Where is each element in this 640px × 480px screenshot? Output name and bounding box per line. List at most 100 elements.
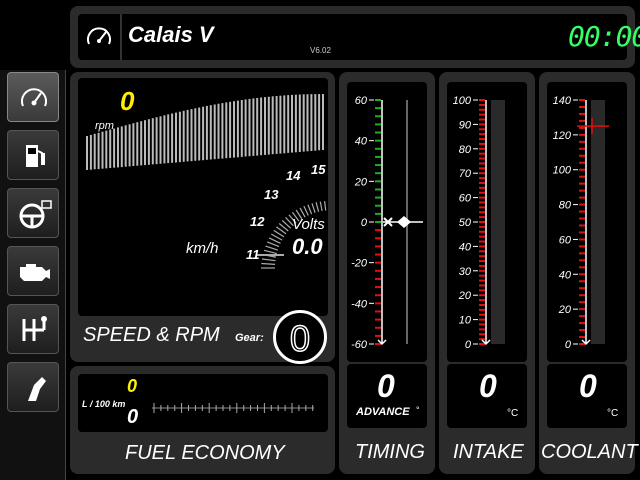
nav-fuel-button[interactable]	[7, 130, 59, 180]
steering-wheel-icon	[19, 200, 52, 229]
rpm-bar	[209, 105, 212, 160]
gauge-segment	[375, 245, 381, 248]
rpm-bar	[105, 130, 108, 169]
gauge-scale-label: -60	[351, 339, 368, 351]
gauge-segment	[375, 253, 381, 256]
gauge-background	[491, 100, 505, 344]
rpm-bar	[124, 125, 127, 167]
gauge-segment	[479, 230, 485, 233]
rpm-bar	[244, 99, 247, 157]
gauge-segment	[479, 142, 485, 145]
nav-engine-button[interactable]	[7, 246, 59, 296]
gauge-segment	[579, 273, 585, 276]
intake-gauge: 1009080706050403020100	[453, 95, 505, 351]
gauge-segment	[479, 318, 485, 321]
timing-value: 0	[377, 368, 395, 404]
gear-label: Gear:	[235, 332, 264, 344]
volt-tick-label: 12	[250, 214, 265, 229]
gauge-segment	[479, 128, 485, 131]
gauge-scale-label: 30	[459, 266, 472, 278]
intake-panel: 100 90 80 70 60 50 40 30 20 10 0 0 °C INTAKE	[439, 72, 535, 474]
gauge-segment	[479, 113, 485, 116]
gauge-segment	[479, 99, 485, 101]
intake-unit: °C	[507, 408, 519, 419]
rpm-bar	[318, 94, 321, 151]
rpm-bar	[182, 110, 185, 162]
gauge-segment	[479, 138, 485, 141]
volt-tick	[324, 201, 327, 211]
volt-tick-label: 13	[264, 187, 279, 202]
gauge-segment	[479, 279, 485, 282]
gauge-segment	[479, 274, 485, 277]
gauge-segment	[479, 147, 485, 150]
nav-fuel-nozzle-button[interactable]	[7, 362, 59, 412]
volt-tick	[266, 241, 280, 248]
rpm-bar	[194, 108, 197, 161]
gauge-segment	[375, 180, 381, 183]
intake-title: INTAKE	[453, 441, 524, 463]
gear-value: 0	[289, 317, 311, 360]
rpm-bar	[151, 118, 154, 165]
rpm-value: 0	[120, 86, 135, 116]
gauge-segment	[375, 155, 381, 158]
gauge-scale-label: 60	[459, 193, 472, 205]
gauge-scale-label: 60	[559, 234, 572, 246]
gauge-segment	[479, 338, 485, 341]
gauge-segment	[479, 186, 485, 189]
nav-driving-button[interactable]	[7, 188, 59, 238]
gauge-scale-label: 20	[458, 290, 472, 302]
gauge-segment	[479, 206, 485, 209]
gauge-segment	[375, 204, 381, 207]
gauge-segment	[375, 286, 381, 289]
gear-shift-icon	[22, 316, 47, 341]
gauge-scale-label: 70	[459, 168, 472, 180]
rpm-gauge: 11 12 13 14 15	[86, 94, 327, 269]
volt-tick	[307, 204, 313, 215]
gauge-segment	[375, 261, 381, 264]
gauge-segment	[579, 112, 585, 115]
rpm-bar	[225, 102, 228, 159]
gear-indicator: 0	[273, 310, 327, 364]
gauge-segment	[479, 221, 485, 223]
gauge-segment	[579, 224, 585, 227]
fuel-nozzle-icon	[28, 377, 46, 401]
gauge-scale-label: 10	[459, 315, 472, 327]
engine-icon	[20, 264, 50, 281]
coolant-readout: 0 °C	[547, 364, 627, 428]
gauge-segment	[375, 188, 381, 191]
gauge-segment	[579, 140, 585, 143]
timing-diamond-marker	[397, 216, 411, 228]
gauge-segment	[479, 181, 485, 184]
gauge-segment	[375, 212, 381, 215]
gauge-segment	[479, 118, 485, 121]
rpm-bar	[302, 94, 305, 152]
volt-tick	[261, 258, 276, 262]
timing-gauge: 60 40 20 0 -20 -40 -60	[351, 95, 423, 351]
gauge-segment	[375, 164, 381, 167]
gauge-scale-label: 120	[553, 130, 572, 142]
rpm-bar	[109, 129, 112, 168]
rpm-bar	[101, 131, 104, 169]
rpm-bar	[322, 94, 324, 150]
gauge-segment	[579, 217, 585, 220]
gauge-segment	[479, 108, 485, 111]
rpm-bar	[117, 127, 119, 168]
gauge-segment	[579, 280, 585, 283]
gauge-segment	[579, 175, 585, 178]
gauge-segment	[479, 103, 485, 106]
coolant-value: 0	[579, 368, 597, 404]
nav-speed-button[interactable]	[7, 72, 59, 122]
rpm-bar	[283, 95, 286, 154]
gauge-segment	[579, 126, 585, 129]
volt-tick	[311, 203, 316, 213]
nav-gear-button[interactable]	[7, 304, 59, 354]
gauge-segment	[579, 189, 585, 192]
rpm-bar	[267, 96, 270, 155]
rpm-bar	[89, 134, 92, 170]
volts-label: Volts	[292, 216, 325, 233]
gauge-segment	[579, 245, 585, 248]
gauge-segment	[375, 310, 381, 313]
timing-unit: °	[416, 405, 420, 415]
gauge-scale-label: 90	[459, 119, 472, 131]
rpm-bar	[120, 126, 123, 168]
